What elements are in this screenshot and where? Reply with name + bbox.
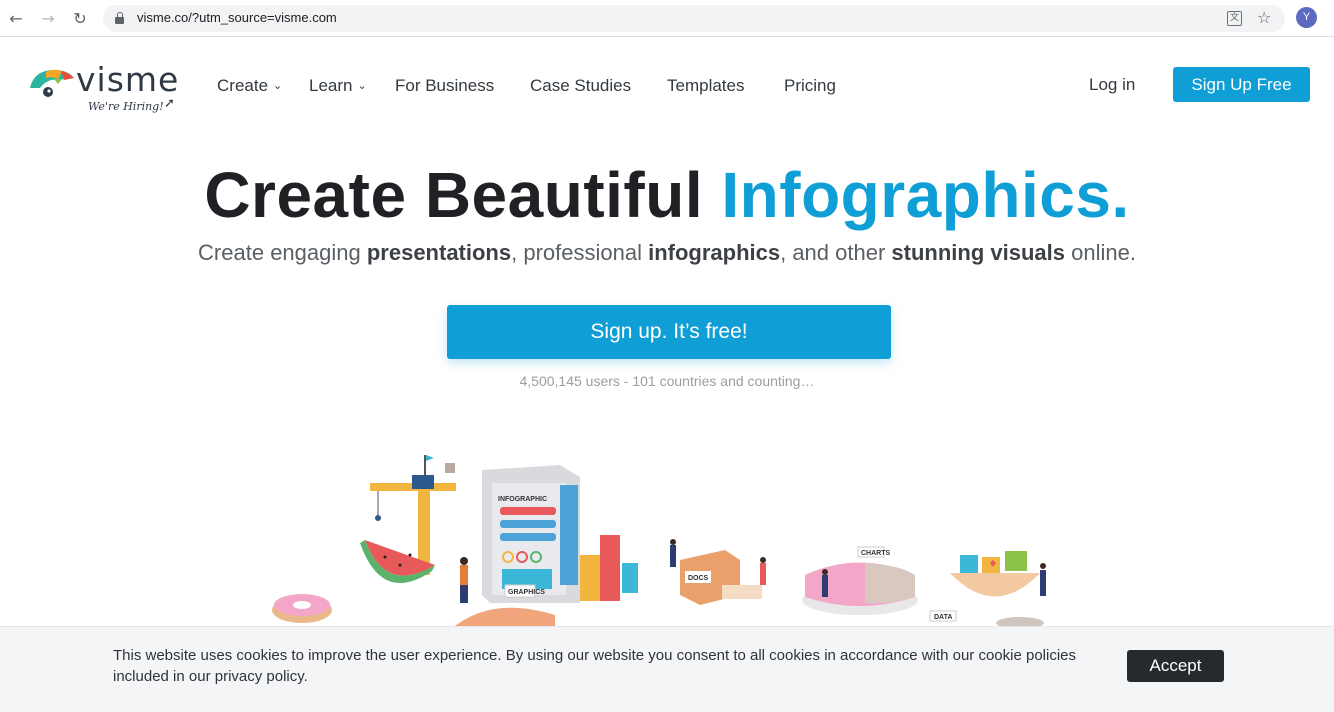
- accept-cookies-button[interactable]: Accept: [1127, 650, 1224, 682]
- donut-graphic: [272, 594, 332, 623]
- tag-infographic: INFOGRAPHIC: [498, 496, 547, 503]
- user-counter: 4,500,145 users - 101 countries and coun…: [519, 373, 815, 389]
- hiring-tagline[interactable]: We're Hiring!: [88, 100, 164, 113]
- sign-up-free-button[interactable]: Sign Up Free: [1173, 67, 1310, 102]
- hero-headline: Create Beautiful Infographics.: [204, 159, 1130, 231]
- nav-learn[interactable]: Learn ⌄: [309, 76, 367, 96]
- chevron-down-icon: ⌄: [357, 79, 367, 92]
- address-bar[interactable]: visme.co/?utm_source=visme.com 文 ☆: [103, 5, 1285, 32]
- infographic-box-graphic: INFOGRAPHIC: [482, 465, 580, 603]
- tag-data: DATA: [934, 614, 952, 621]
- lock-icon[interactable]: [115, 12, 124, 24]
- tag-graphics: GRAPHICS: [508, 589, 545, 596]
- nav-case-studies[interactable]: Case Studies: [530, 76, 631, 96]
- star-icon[interactable]: ☆: [1257, 8, 1271, 27]
- reload-icon[interactable]: ↻: [70, 8, 90, 28]
- hero-subheadline: Create engaging presentations, professio…: [198, 240, 1136, 265]
- docs-box-graphic: DOCS: [670, 539, 766, 605]
- translate-icon[interactable]: 文: [1227, 11, 1242, 26]
- tag-charts: CHARTS: [861, 550, 890, 557]
- browser-toolbar: ← → ↻ visme.co/?utm_source=visme.com 文 ☆…: [0, 0, 1334, 37]
- bowl-graphic: DATA: [929, 551, 1046, 629]
- chevron-down-icon: ⌄: [273, 79, 283, 92]
- logo-wordmark: visme: [76, 60, 180, 99]
- url-text[interactable]: visme.co/?utm_source=visme.com: [137, 10, 337, 25]
- visme-logo[interactable]: visme We're Hiring! ➚: [28, 60, 188, 120]
- sign-up-cta-button[interactable]: Sign up. It’s free!: [447, 305, 891, 359]
- cookie-banner: This website uses cookies to improve the…: [0, 626, 1334, 712]
- headline-accent: Infographics.: [721, 159, 1130, 231]
- forward-arrow-icon[interactable]: →: [38, 8, 58, 28]
- hiring-arrow-icon: ➚: [164, 96, 175, 111]
- bar-chart-graphic: [580, 535, 638, 601]
- cookie-notice-text: This website uses cookies to improve the…: [113, 647, 1076, 685]
- cake-chart-graphic: CHARTS: [802, 546, 918, 615]
- nav-create[interactable]: Create ⌄: [217, 76, 282, 96]
- back-arrow-icon[interactable]: ←: [6, 8, 26, 28]
- nav-pricing[interactable]: Pricing: [784, 76, 836, 96]
- login-link[interactable]: Log in: [1089, 75, 1135, 95]
- hero-illustration: INFOGRAPHIC GRAPHICS DOCS CHARTS DATA: [272, 455, 1046, 630]
- profile-avatar[interactable]: Y: [1296, 7, 1317, 28]
- chameleon-logo-icon: [30, 69, 74, 97]
- nav-templates[interactable]: Templates: [667, 76, 744, 96]
- nav-for-business[interactable]: For Business: [395, 76, 494, 96]
- tag-docs: DOCS: [688, 575, 709, 582]
